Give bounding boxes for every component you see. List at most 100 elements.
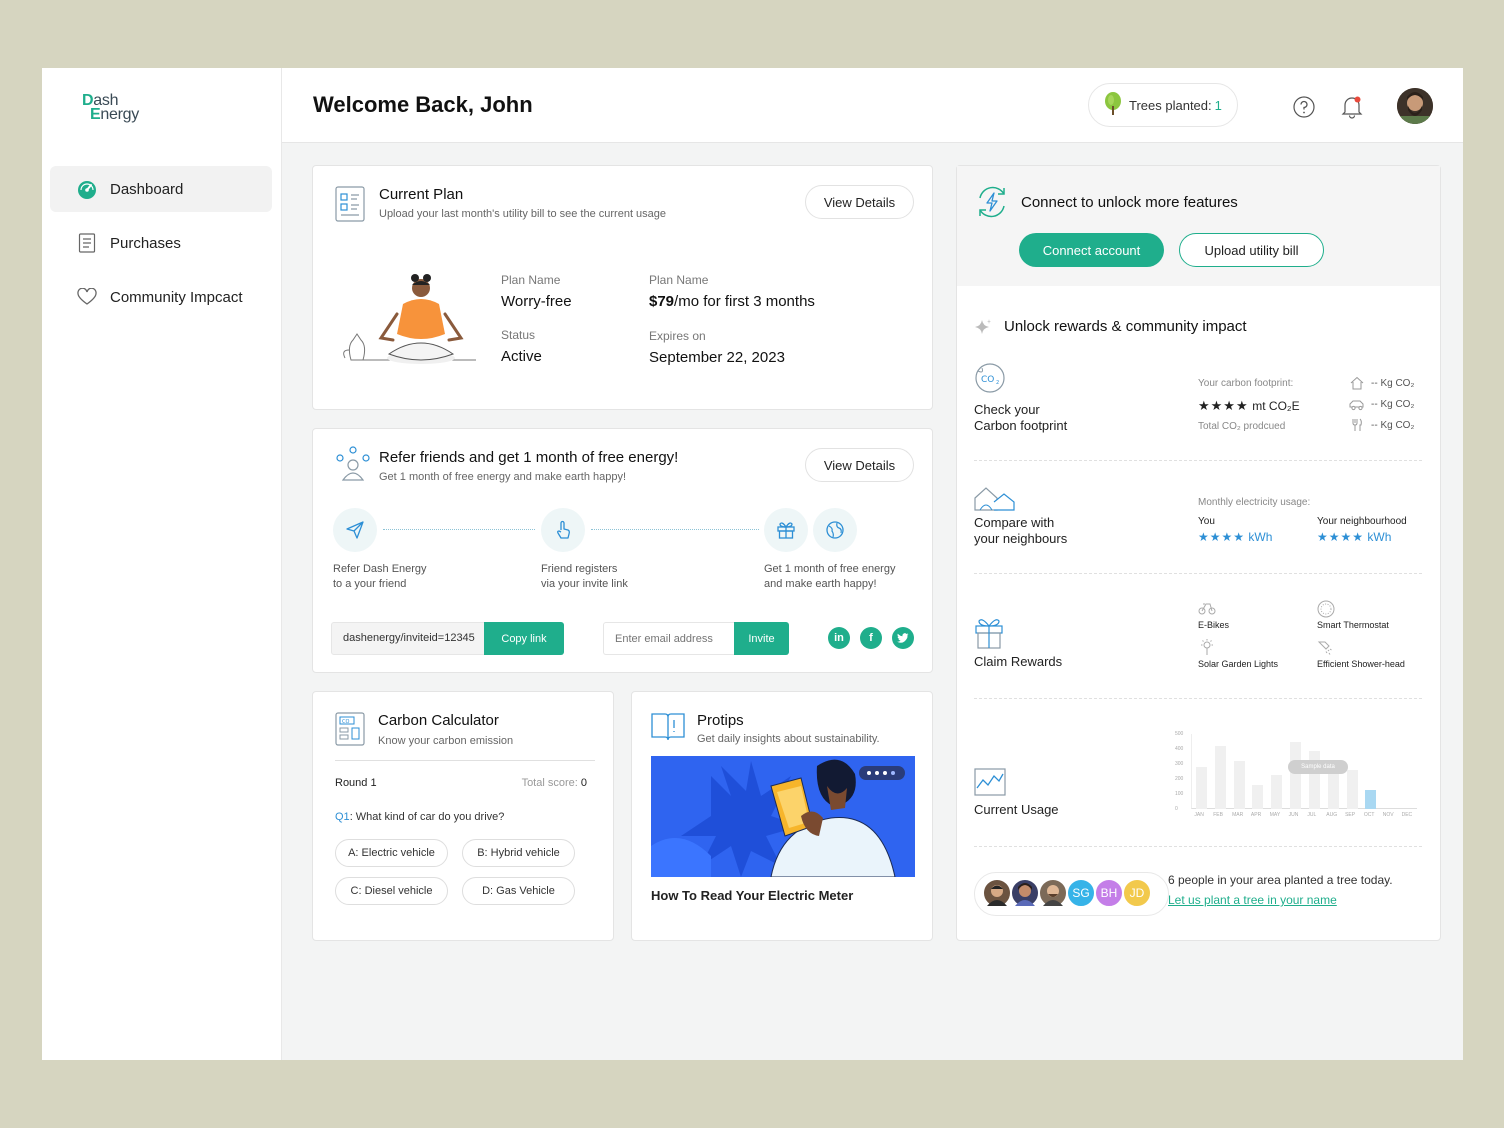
chart-x-tick: DEC <box>1401 812 1413 818</box>
notification-bell-icon[interactable] <box>1341 95 1363 119</box>
compare-line1: Compare with <box>974 515 1055 530</box>
community-avatar-initials: BH <box>1094 878 1124 908</box>
reward-solar-garden-lights[interactable]: Solar Garden Lights <box>1198 659 1278 669</box>
plan-name-value: Worry-free <box>501 293 572 310</box>
solar-light-icon <box>1199 638 1215 661</box>
chart-bar <box>1252 785 1264 809</box>
house-compare-icon <box>974 486 1016 517</box>
chart-bar <box>1271 774 1283 809</box>
sample-data-badge: Sample data <box>1288 760 1348 774</box>
sidebar-item-dashboard[interactable]: Dashboard <box>50 166 272 212</box>
top-bar: Welcome Back, John Trees planted: 1 <box>282 68 1463 143</box>
sidebar-item-purchases[interactable]: Purchases <box>50 220 272 266</box>
svg-text:2: 2 <box>996 380 999 386</box>
user-avatar[interactable] <box>1397 88 1433 124</box>
divider <box>974 573 1422 574</box>
email-input[interactable] <box>603 622 735 655</box>
claim-rewards-label[interactable]: Claim Rewards <box>974 654 1062 669</box>
chart-bar <box>1346 770 1358 809</box>
invite-button[interactable]: Invite <box>734 622 789 655</box>
step1-text: Refer Dash Energy to a your friend <box>333 562 427 592</box>
total-score-value: 0 <box>580 777 587 789</box>
chart-x-tick: FEB <box>1213 812 1223 818</box>
rewards-title: Unlock rewards & community impact <box>1004 318 1247 335</box>
protips-title: Protips <box>697 712 744 729</box>
compare-line2: your neighbours <box>974 531 1068 546</box>
linkedin-icon[interactable]: in <box>828 627 850 649</box>
sidebar-nav: Dashboard Purchases Community Impcact <box>50 166 272 328</box>
chart-x-tick: JUL <box>1307 812 1317 818</box>
sidebar-item-label: Community Impcact <box>110 288 243 306</box>
question-body: : What kind of car do you drive? <box>349 811 505 823</box>
invite-link-field[interactable]: dashenergy/inviteid=12345 <box>331 622 485 655</box>
chart-x-tick: JAN <box>1194 812 1204 818</box>
reward-efficient-shower-head[interactable]: Efficient Shower-head <box>1317 659 1405 669</box>
plan-status-label: Status <box>501 328 536 342</box>
sidebar-item-community-impact[interactable]: Community Impcact <box>50 274 272 320</box>
option-electric-vehicle[interactable]: A: Electric vehicle <box>335 839 448 867</box>
home-co2-value: -- Kg CO₂ <box>1371 378 1415 389</box>
plan-price-label: Plan Name <box>649 273 709 287</box>
heart-icon <box>76 286 98 308</box>
monthly-usage-label: Monthly electricity usage: <box>1198 497 1311 508</box>
usage-chart-icon <box>974 768 1006 801</box>
chart-x-tick: MAR <box>1232 812 1244 818</box>
chart-x-tick: APR <box>1250 812 1262 818</box>
option-gas-vehicle[interactable]: D: Gas Vehicle <box>462 877 575 905</box>
facebook-icon[interactable]: f <box>860 627 882 649</box>
ebike-icon <box>1198 601 1216 620</box>
rewards-panel: Connect to unlock more features Connect … <box>956 165 1441 941</box>
copy-link-button[interactable]: Copy link <box>484 622 564 655</box>
chart-x-tick: OCT <box>1363 812 1375 818</box>
compare-label[interactable]: Compare with your neighbours <box>974 515 1067 547</box>
upload-bill-button[interactable]: Upload utility bill <box>1179 233 1324 267</box>
plant-tree-link[interactable]: Let us plant a tree in your name <box>1168 893 1337 907</box>
you-usage-unit: kWh <box>1248 530 1273 544</box>
chart-bar <box>1233 761 1245 809</box>
step-connector <box>383 529 535 530</box>
reward-smart-thermostat[interactable]: Smart Thermostat <box>1317 620 1389 630</box>
sparkle-icon <box>974 318 992 341</box>
round-label: Round 1 <box>335 777 377 789</box>
community-avatar-initials: JD <box>1122 878 1152 908</box>
logo-text-nergy: nergy <box>100 106 139 123</box>
plan-name-label: Plan Name <box>501 273 561 287</box>
carbon-calc-title: Carbon Calculator <box>378 712 499 729</box>
option-hybrid-vehicle[interactable]: B: Hybrid vehicle <box>462 839 575 867</box>
step3-line1: Get 1 month of free energy <box>764 563 896 575</box>
plan-price-value: $79/mo for first 3 months <box>649 293 815 310</box>
twitter-icon[interactable] <box>892 627 914 649</box>
plan-view-details-button[interactable]: View Details <box>805 185 914 219</box>
community-avatar-initials: SG <box>1066 878 1096 908</box>
current-usage-label[interactable]: Current Usage <box>974 802 1059 817</box>
brand-logo[interactable]: Dash Energy <box>82 92 162 126</box>
article-title[interactable]: How To Read Your Electric Meter <box>651 888 853 903</box>
neighbourhood-label: Your neighbourhood <box>1317 516 1407 527</box>
people-network-icon <box>335 446 371 487</box>
total-score-label: Total score: <box>521 777 578 789</box>
help-icon[interactable] <box>1293 96 1315 118</box>
connect-account-button[interactable]: Connect account <box>1019 233 1164 267</box>
food-co2-value: -- Kg CO₂ <box>1371 420 1415 431</box>
option-diesel-vehicle[interactable]: C: Diesel vehicle <box>335 877 448 905</box>
book-icon <box>650 710 686 747</box>
step2-text: Friend registers via your invite link <box>541 562 628 592</box>
plan-expires-label: Expires on <box>649 329 706 343</box>
chart-bar <box>1195 767 1207 809</box>
calculator-icon: CO <box>335 712 365 751</box>
chart-plot: Sample data <box>1191 734 1417 809</box>
food-icon <box>1351 418 1363 437</box>
step3-text: Get 1 month of free energy and make earth… <box>764 562 895 592</box>
current-plan-card: Current Plan Upload your last month's ut… <box>312 165 933 410</box>
chart-x-tick: MAY <box>1269 812 1281 818</box>
trees-planted-badge[interactable]: Trees planted: 1 <box>1088 83 1238 127</box>
step3-line2: and make earth happy! <box>764 578 877 590</box>
chart-y-tick: 0 <box>1175 806 1178 812</box>
reward-ebikes[interactable]: E-Bikes <box>1198 620 1229 630</box>
article-image[interactable] <box>651 756 915 877</box>
check-carbon-label[interactable]: Check your Carbon footprint <box>974 402 1067 434</box>
refer-view-details-button[interactable]: View Details <box>805 448 914 482</box>
community-avatars[interactable]: SG BH JD <box>974 872 1169 916</box>
svg-text:CO: CO <box>342 719 349 725</box>
sidebar: Dash Energy Dashboard Purchases Communit… <box>42 68 282 1060</box>
